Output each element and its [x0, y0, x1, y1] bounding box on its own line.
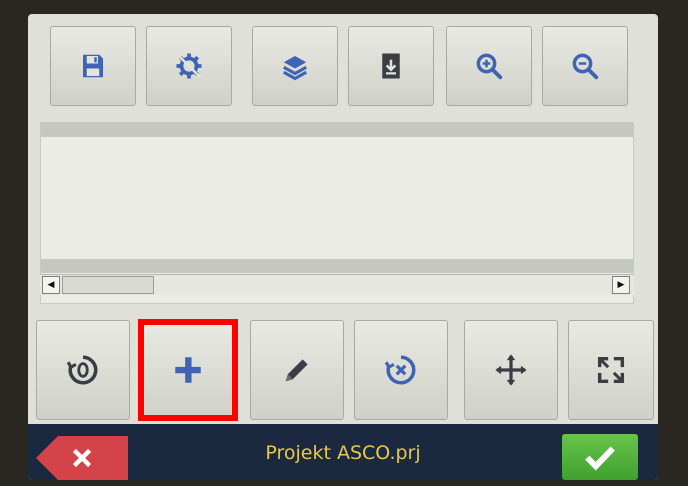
scroll-left-button[interactable]: ◀ — [42, 276, 60, 294]
save-button[interactable] — [50, 26, 136, 106]
preview-top-strip — [41, 123, 633, 137]
device-screen: ◀ ▶ Projekt ASCO.prj — [28, 14, 658, 480]
close-icon — [72, 448, 92, 468]
delete-icon — [384, 355, 416, 385]
pencil-icon — [285, 359, 308, 382]
reset-origin-icon — [66, 355, 98, 385]
settings-button[interactable] — [146, 26, 232, 106]
settings-cog-icon — [176, 53, 202, 79]
zoom-out-icon — [572, 53, 599, 80]
scroll-thumb[interactable] — [62, 276, 154, 294]
reset-origin-button[interactable] — [36, 320, 130, 420]
project-title: Projekt ASCO.prj — [265, 442, 421, 464]
delete-button[interactable] — [354, 320, 448, 420]
confirm-button[interactable] — [562, 434, 638, 480]
preview-bottom-strip — [41, 259, 633, 273]
resize-button[interactable] — [568, 320, 654, 420]
zoom-out-button[interactable] — [542, 26, 628, 106]
layers-button[interactable] — [252, 26, 338, 106]
export-button[interactable] — [348, 26, 434, 106]
zoom-in-button[interactable] — [446, 26, 532, 106]
export-icon — [382, 53, 400, 79]
scroll-right-button[interactable]: ▶ — [612, 276, 630, 294]
checkmark-icon — [585, 446, 615, 471]
horizontal-scrollbar[interactable]: ◀ ▶ — [40, 274, 634, 295]
arrow-left-icon: ◀ — [47, 280, 55, 290]
move-icon — [495, 354, 527, 386]
plus-icon — [175, 357, 201, 383]
resize-icon — [597, 356, 625, 384]
layers-icon — [282, 56, 308, 81]
save-icon — [83, 54, 103, 78]
cancel-button[interactable] — [36, 436, 128, 480]
footer-bar: Projekt ASCO.prj — [28, 424, 658, 480]
arrow-right-icon: ▶ — [617, 280, 625, 290]
add-object-button[interactable] — [142, 320, 234, 420]
edit-button[interactable] — [250, 320, 344, 420]
zoom-in-icon — [476, 53, 503, 80]
move-button[interactable] — [464, 320, 558, 420]
